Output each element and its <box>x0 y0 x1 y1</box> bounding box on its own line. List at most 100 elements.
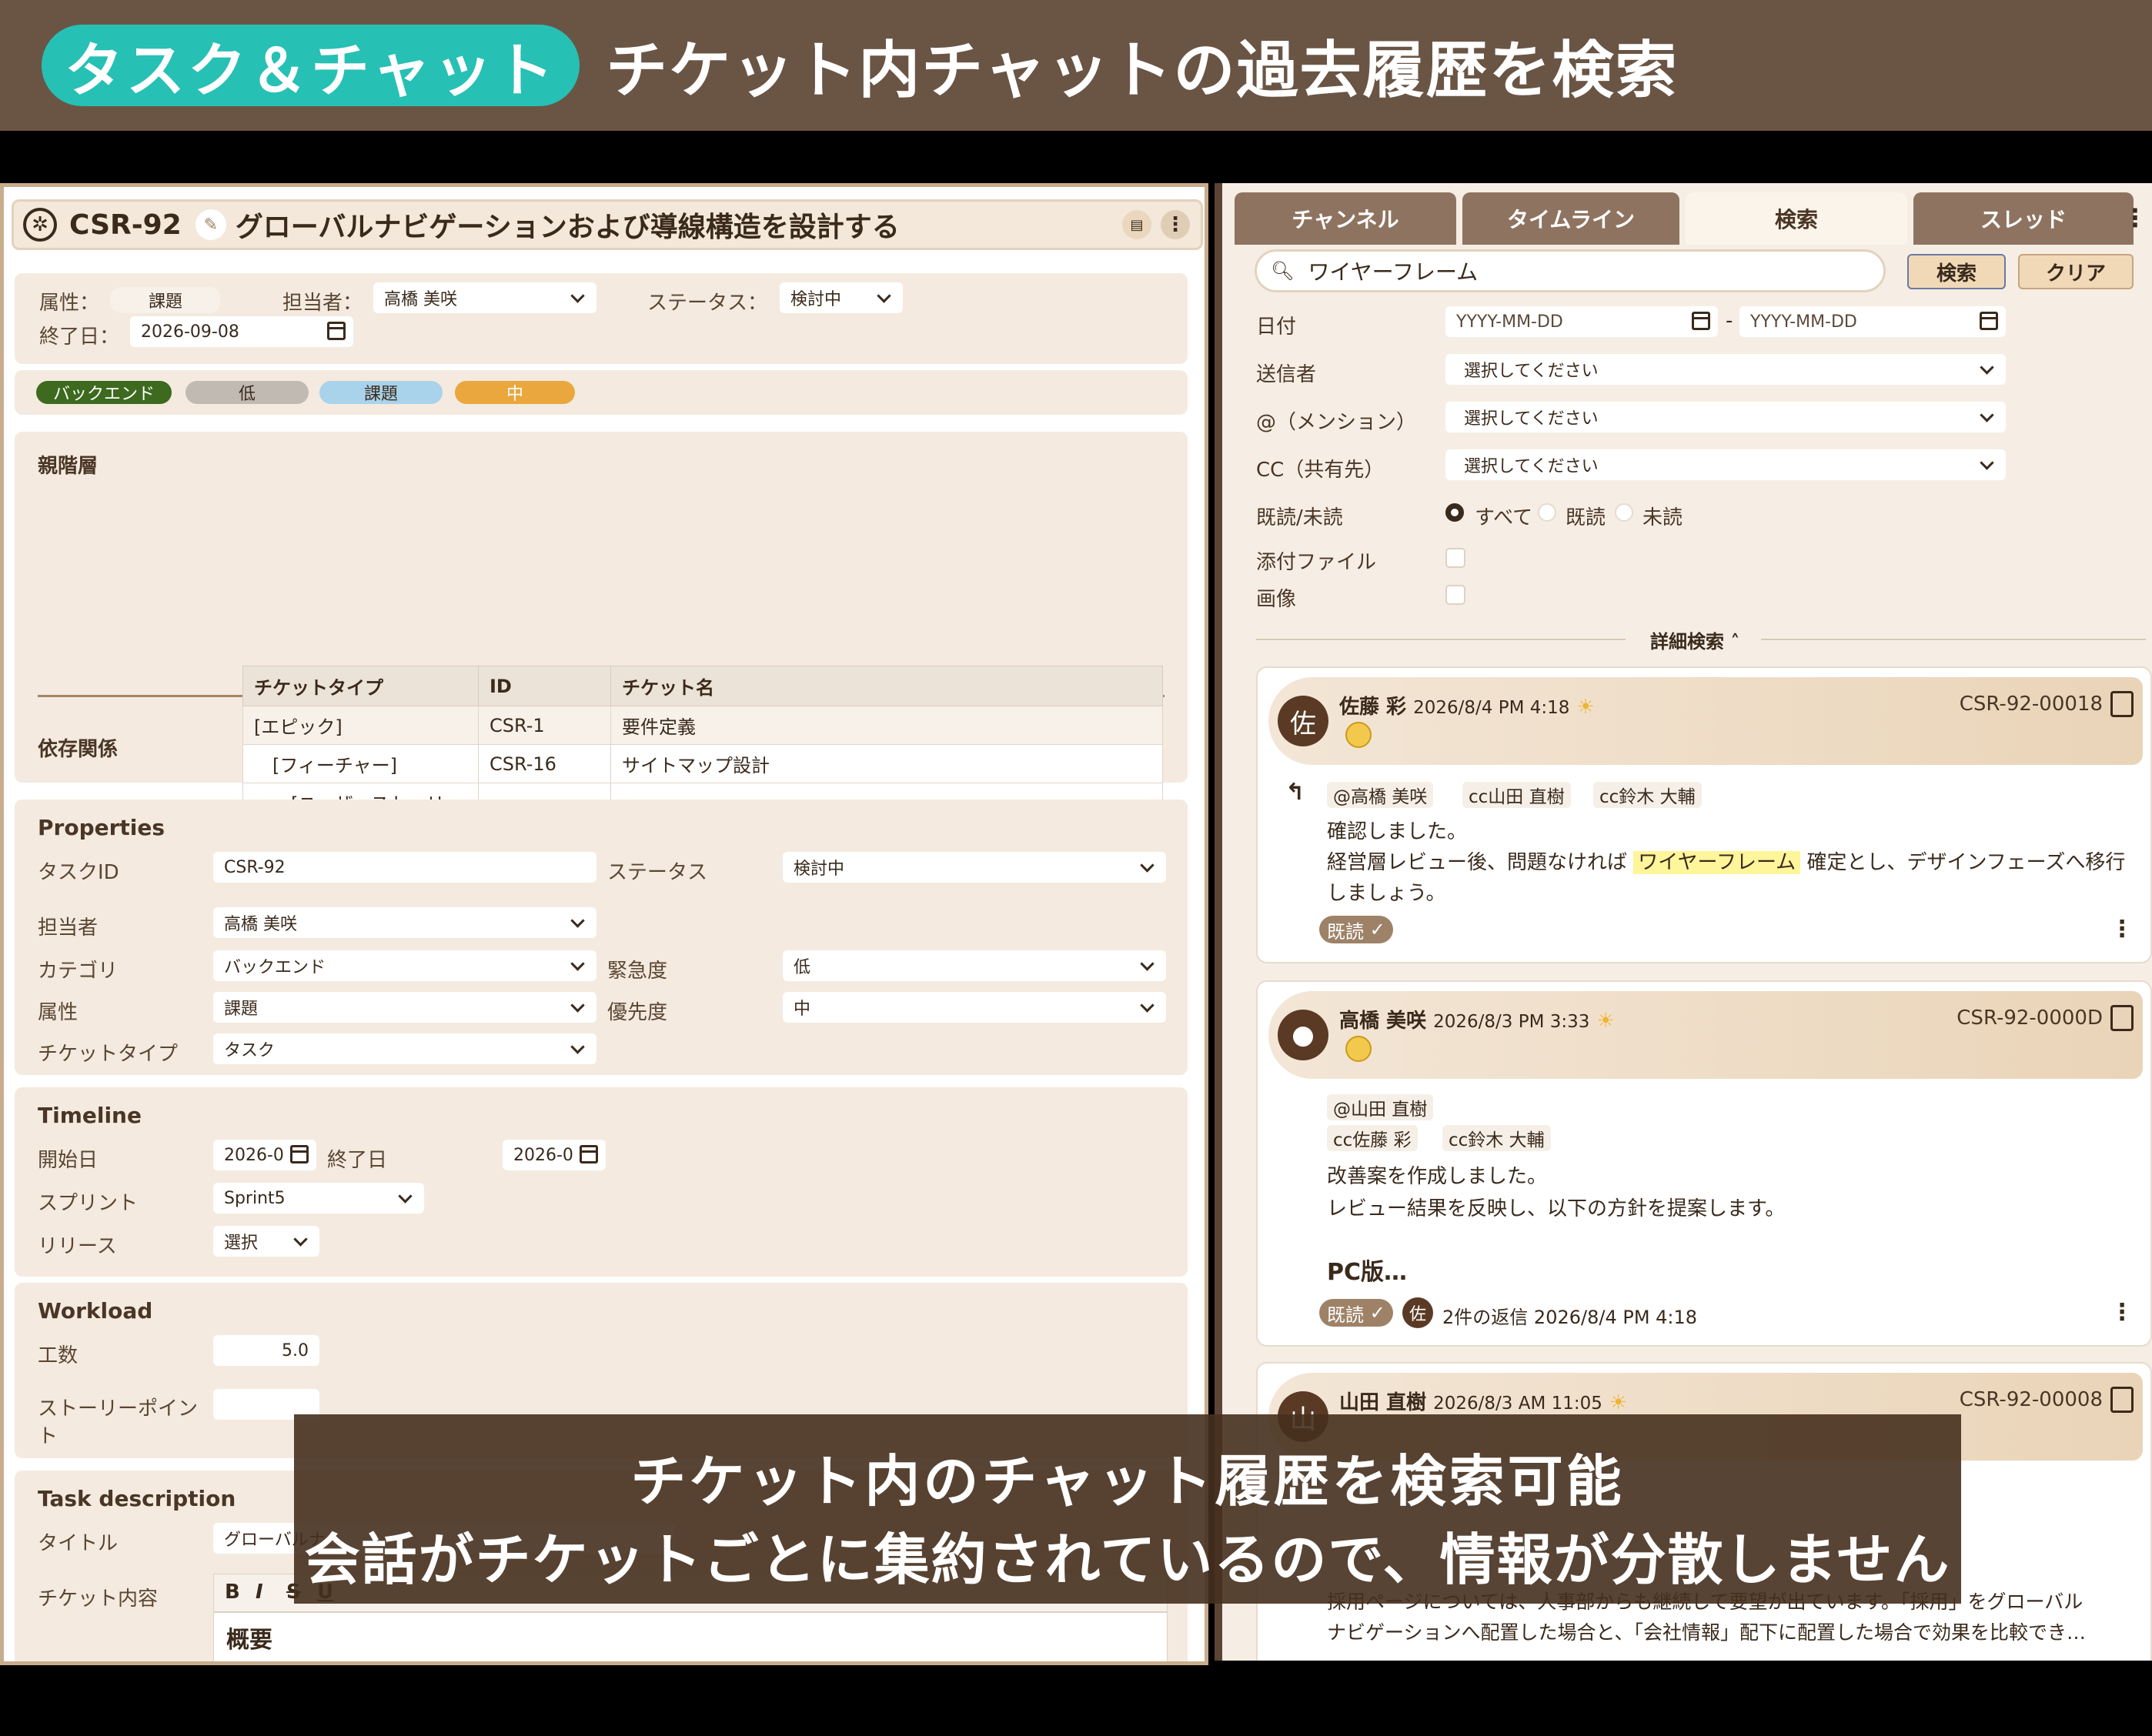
search-highlight: ワイヤーフレーム <box>1633 851 1801 874</box>
message-text-part: 経営層レビュー後、問題なければ <box>1327 851 1628 874</box>
start-date-input[interactable]: 2026-0 <box>213 1140 316 1170</box>
sender-name-text: 山田 直樹 <box>1339 1391 1427 1414</box>
date-separator: - <box>1726 309 1733 332</box>
radio-all[interactable] <box>1445 503 1464 522</box>
ticket-id: CSR-92 <box>69 209 182 241</box>
message-card[interactable]: 佐 佐藤 彩 2026/8/4 PM 4:18 ☀ CSR-92-00018 ↰… <box>1256 666 2152 963</box>
document-icon[interactable]: ▤ <box>1122 210 1151 239</box>
date-from-placeholder: YYYY-MM-DD <box>1456 312 1563 332</box>
sprint-select[interactable]: Sprint5 <box>213 1183 424 1214</box>
priority-select[interactable]: 中 <box>783 992 1166 1023</box>
message-code: CSR-92-0000D <box>1957 1007 2103 1030</box>
more-menu-icon[interactable]: ⋮ <box>2123 203 2147 232</box>
editor-body[interactable]: 概要 <box>213 1612 1168 1661</box>
mention-select[interactable]: 選択してください <box>1445 402 2006 432</box>
bold-icon[interactable]: B <box>225 1581 240 1604</box>
attr-select[interactable]: 課題 <box>213 992 596 1023</box>
tag-backend: バックエンド <box>36 381 172 404</box>
table-row[interactable]: [フィーチャー] CSR-16 サイトマップ設計 <box>242 744 1163 783</box>
advanced-search-toggle[interactable]: 詳細検索 ˄ <box>1650 626 1739 653</box>
ticket-type-select[interactable]: タスク <box>213 1033 596 1064</box>
message-card[interactable]: ● 高橋 美咲 2026/8/3 PM 3:33 ☀ CSR-92-0000D … <box>1256 980 2152 1347</box>
search-input[interactable]: 🔍︎ ワイヤーフレーム <box>1255 249 1886 292</box>
radio-read-label: 既読 <box>1566 506 1606 529</box>
status-select[interactable]: 検討中 <box>783 852 1166 883</box>
calendar-icon[interactable] <box>580 1145 598 1163</box>
table-row[interactable]: [エピック] CSR-1 要件定義 <box>242 706 1163 745</box>
status-select[interactable]: 検討中 <box>780 282 903 313</box>
reply-summary[interactable]: 2件の返信 2026/8/4 PM 4:18 <box>1442 1302 1697 1329</box>
sun-icon: ☀ <box>1609 1391 1628 1414</box>
image-checkbox[interactable] <box>1445 585 1465 605</box>
italic-icon[interactable]: I <box>256 1581 263 1604</box>
properties-section: Properties タスクID CSR-92 ステータス 検討中 担当者 高橋… <box>15 800 1188 1075</box>
image-label: 画像 <box>1256 588 1297 611</box>
read-badge: 既読 ✓ <box>1319 1299 1393 1327</box>
urgency-select[interactable]: 低 <box>783 950 1166 981</box>
radio-unread[interactable] <box>1615 503 1633 522</box>
message-menu-icon[interactable]: ⋮ <box>2110 1299 2134 1326</box>
tab-search[interactable]: 検索 <box>1686 192 1907 245</box>
message-menu-icon[interactable]: ⋮ <box>2110 916 2134 943</box>
edit-pencil-icon[interactable]: ✎ <box>195 209 226 240</box>
message-header: 佐 佐藤 彩 2026/8/4 PM 4:18 ☀ CSR-92-00018 <box>1268 677 2143 765</box>
cc-select[interactable]: 選択してください <box>1445 449 2006 480</box>
reply-icon[interactable]: ↰ <box>1285 779 1305 806</box>
task-id-input[interactable]: CSR-92 <box>213 852 596 883</box>
tab-timeline[interactable]: タイムライン <box>1462 192 1679 245</box>
cell: サイトマップ設計 <box>610 744 1163 783</box>
end-date-input[interactable]: 2026-09-08 <box>130 316 353 347</box>
message-text-part: 確定とし、デザインフェーズへ移行 <box>1806 851 2126 874</box>
assignee-select[interactable]: 高橋 美咲 <box>373 282 596 313</box>
mention-label: @（メンション） <box>1256 411 1417 434</box>
message-time: 2026/8/3 PM 3:33 <box>1433 1012 1590 1032</box>
category-select[interactable]: バックエンド <box>213 950 596 981</box>
urgency-label: 緊急度 <box>607 960 668 983</box>
hours-input[interactable]: 5.0 <box>213 1335 319 1366</box>
editor-body-text: 概要 <box>226 1627 272 1654</box>
reply-avatar: 佐 <box>1402 1297 1433 1328</box>
tab-channel[interactable]: チャンネル <box>1235 192 1456 245</box>
add-reaction-icon[interactable] <box>1345 722 1372 748</box>
end-date-input[interactable]: 2026-0 <box>503 1140 606 1170</box>
cell: [フィーチャー] <box>242 744 479 783</box>
release-select[interactable]: 選択 <box>213 1226 319 1257</box>
copy-icon[interactable] <box>2110 1005 2134 1031</box>
story-point-label-line1: ストーリーポイン <box>38 1397 199 1421</box>
start-date-label: 開始日 <box>38 1149 99 1172</box>
assignee-label: 担当者 <box>38 916 99 940</box>
search-button[interactable]: 検索 <box>1907 254 2006 289</box>
sender-select[interactable]: 選択してください <box>1445 354 2006 385</box>
search-icon: 🔍︎ <box>1271 260 1295 282</box>
tab-thread[interactable]: スレッド <box>1913 192 2134 245</box>
sprint-label: スプリント <box>38 1192 139 1215</box>
caption-overlay: チケット内のチャット履歴を検索可能 会話がチケットごとに集約されているので、情報… <box>294 1414 1961 1604</box>
dependency-title: 依存関係 <box>38 738 119 761</box>
calendar-icon[interactable] <box>290 1145 309 1163</box>
add-reaction-icon[interactable] <box>1345 1036 1372 1062</box>
message-time: 2026/8/4 PM 4:18 <box>1413 698 1570 718</box>
calendar-icon[interactable] <box>1980 312 1998 330</box>
properties-title: Properties <box>38 815 165 840</box>
advanced-search-label: 詳細検索 <box>1650 631 1724 653</box>
calendar-icon[interactable] <box>1692 312 1710 330</box>
attachment-checkbox[interactable] <box>1445 548 1465 568</box>
divider <box>1256 639 1626 640</box>
copy-icon[interactable] <box>2110 691 2134 717</box>
message-text: ナビゲーションへ配置した場合と、「会社情報」配下に配置した場合で効果を比較でき… <box>1327 1621 2087 1644</box>
more-menu-icon[interactable]: ⋮ <box>1161 210 1190 239</box>
message-text: レビュー結果を反映し、以下の方針を提案します。 <box>1327 1197 1786 1220</box>
attr-badge[interactable]: 課題 <box>110 287 221 313</box>
radio-read[interactable] <box>1538 503 1556 522</box>
sender-name: 佐藤 彩 2026/8/4 PM 4:18 ☀ <box>1339 691 1595 719</box>
date-to-input[interactable]: YYYY-MM-DD <box>1739 306 2006 337</box>
clear-button[interactable]: クリア <box>2018 254 2134 289</box>
calendar-icon[interactable] <box>327 322 346 340</box>
cc-label: CC（共有先） <box>1256 459 1385 482</box>
user-avatar-icon: ● <box>1278 1010 1328 1060</box>
assignee-select[interactable]: 高橋 美咲 <box>213 907 596 938</box>
date-from-input[interactable]: YYYY-MM-DD <box>1445 306 1718 337</box>
cell: 要件定義 <box>610 706 1163 745</box>
col-ticket-type: チケットタイプ <box>242 666 479 706</box>
copy-icon[interactable] <box>2110 1387 2134 1413</box>
